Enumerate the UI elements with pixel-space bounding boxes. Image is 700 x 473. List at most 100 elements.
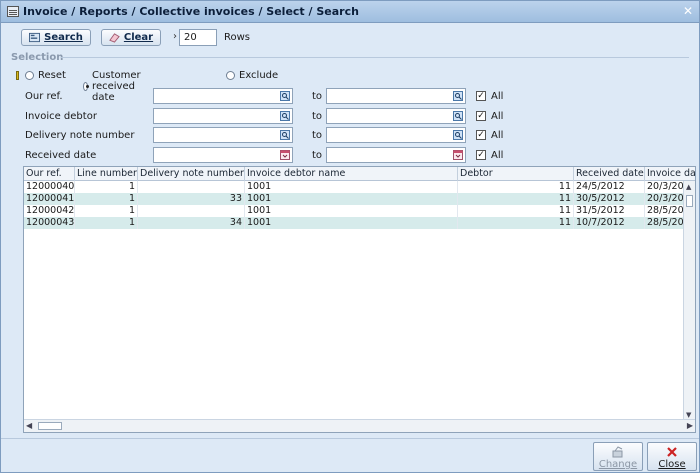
column-header-invoice-debtor-name[interactable]: Invoice debtor name <box>245 167 458 181</box>
our-ref-from-field[interactable] <box>153 88 293 104</box>
cell-line-number: 1 <box>75 181 138 193</box>
selection-header: Selection <box>11 52 64 63</box>
horizontal-scrollbar[interactable]: ◀ ▶ <box>24 419 695 432</box>
search-button[interactable]: Search <box>21 29 91 46</box>
selection-divider <box>61 57 689 58</box>
window-close-icon[interactable]: ✕ <box>683 4 693 18</box>
table-row[interactable]: 12000041 1 33 1001 11 30/5/2012 20/3/20 <box>24 193 684 205</box>
cell-line-number: 1 <box>75 217 138 229</box>
cell-debtor: 11 <box>458 205 574 217</box>
change-icon <box>612 446 623 458</box>
column-header-line-number[interactable]: Line number <box>75 167 138 181</box>
radio-customer-received-date[interactable]: Customer received date <box>83 70 145 103</box>
our-ref-to-field[interactable] <box>326 88 466 104</box>
cell-received-date: 30/5/2012 <box>574 193 645 205</box>
close-icon <box>667 447 677 457</box>
filter-to-label: to <box>312 111 323 122</box>
column-header-invoice-date[interactable]: Invoice da <box>645 167 695 181</box>
cell-line-number: 1 <box>75 193 138 205</box>
window-title: Invoice / Reports / Collective invoices … <box>23 5 359 18</box>
cell-received-date: 31/5/2012 <box>574 205 645 217</box>
cell-debtor: 11 <box>458 217 574 229</box>
clear-button[interactable]: Clear <box>101 29 161 46</box>
column-header-our-ref[interactable]: Our ref. <box>24 167 75 181</box>
invoice-debtor-to-field[interactable] <box>326 108 466 124</box>
search-icon <box>29 32 41 43</box>
cell-delivery-note-number <box>138 181 245 193</box>
radio-exclude[interactable]: Exclude <box>226 70 278 81</box>
filter-label-invoice-debtor: Invoice debtor <box>25 111 97 122</box>
rows-input[interactable]: 20 <box>179 29 217 46</box>
radio-customer-received-date-label: Customer received date <box>92 70 141 103</box>
table-row[interactable]: 12000040 1 1001 11 24/5/2012 20/3/20 <box>24 181 684 193</box>
filter-to-label: to <box>312 150 323 161</box>
cell-delivery-note-number: 33 <box>138 193 245 205</box>
change-button[interactable]: Change <box>593 442 643 471</box>
radio-exclude-dot <box>226 71 235 80</box>
filter-to-label: to <box>312 130 323 141</box>
window: Invoice / Reports / Collective invoices … <box>0 0 700 473</box>
rows-arrow-icon: › <box>173 31 177 42</box>
grid-header: Our ref. Line number Delivery note numbe… <box>24 167 695 181</box>
filter-label-our-ref: Our ref. <box>25 91 63 102</box>
cell-invoice-debtor-name: 1001 <box>245 193 458 205</box>
radio-customer-received-date-dot <box>83 82 90 91</box>
cell-debtor: 11 <box>458 193 574 205</box>
scroll-up-icon[interactable]: ▲ <box>686 183 691 191</box>
results-grid[interactable]: Our ref. Line number Delivery note numbe… <box>23 166 696 433</box>
our-ref-all-label: All <box>491 91 504 102</box>
vertical-scroll-thumb[interactable] <box>686 195 693 207</box>
vertical-scrollbar[interactable]: ▲ ▼ <box>683 181 695 420</box>
cell-invoice-debtor-name: 1001 <box>245 181 458 193</box>
cell-our-ref: 12000043 <box>26 217 75 229</box>
cell-invoice-debtor-name: 1001 <box>245 217 458 229</box>
cell-delivery-note-number <box>138 205 245 217</box>
cell-delivery-note-number: 34 <box>138 217 245 229</box>
column-header-received-date[interactable]: Received date <box>574 167 645 181</box>
table-row[interactable]: 12000043 1 34 1001 11 10/7/2012 28/5/20 <box>24 217 684 229</box>
received-date-all-checkbox[interactable]: ✓ <box>476 150 486 160</box>
clear-button-label: Clear <box>123 32 154 43</box>
radio-reset-label: Reset <box>38 70 66 81</box>
delivery-note-from-field[interactable] <box>153 127 293 143</box>
close-button[interactable]: Close <box>647 442 697 471</box>
cell-invoice-date: 28/5/20 <box>647 205 684 217</box>
received-date-to-field[interactable] <box>326 147 466 163</box>
delivery-note-to-field[interactable] <box>326 127 466 143</box>
cell-received-date: 10/7/2012 <box>574 217 645 229</box>
cell-invoice-date: 28/5/20 <box>647 217 684 229</box>
cell-our-ref: 12000041 <box>26 193 75 205</box>
radio-reset-dot <box>25 71 34 80</box>
cell-line-number: 1 <box>75 205 138 217</box>
change-button-label: Change <box>598 459 638 470</box>
cell-debtor: 11 <box>458 181 574 193</box>
lookup-icon <box>453 91 463 101</box>
scroll-right-icon[interactable]: ▶ <box>687 421 693 430</box>
horizontal-scroll-thumb[interactable] <box>38 422 62 430</box>
calendar-icon <box>280 150 290 160</box>
received-date-all-label: All <box>491 150 504 161</box>
received-date-from-field[interactable] <box>153 147 293 163</box>
table-row[interactable]: 12000042 1 1001 11 31/5/2012 28/5/20 <box>24 205 684 217</box>
invoice-debtor-from-field[interactable] <box>153 108 293 124</box>
cell-invoice-date: 20/3/20 <box>647 181 684 193</box>
cell-our-ref: 12000042 <box>26 205 75 217</box>
calendar-icon <box>453 150 463 160</box>
column-header-delivery-note-number[interactable]: Delivery note number <box>138 167 245 181</box>
filter-to-label: to <box>312 91 323 102</box>
cell-invoice-date: 20/3/20 <box>647 193 684 205</box>
rows-label: Rows <box>224 32 251 43</box>
lookup-icon <box>280 111 290 121</box>
scroll-left-icon[interactable]: ◀ <box>26 421 32 430</box>
our-ref-all-checkbox[interactable]: ✓ <box>476 91 486 101</box>
scroll-down-icon[interactable]: ▼ <box>686 411 691 419</box>
filter-label-delivery-note-number: Delivery note number <box>25 130 135 141</box>
required-marker-icon <box>16 71 19 80</box>
search-button-label: Search <box>44 32 83 43</box>
column-header-debtor[interactable]: Debtor <box>458 167 574 181</box>
window-app-icon <box>7 6 19 17</box>
invoice-debtor-all-checkbox[interactable]: ✓ <box>476 111 486 121</box>
radio-reset[interactable]: Reset <box>25 70 66 81</box>
delivery-note-all-checkbox[interactable]: ✓ <box>476 130 486 140</box>
eraser-icon <box>109 33 120 43</box>
